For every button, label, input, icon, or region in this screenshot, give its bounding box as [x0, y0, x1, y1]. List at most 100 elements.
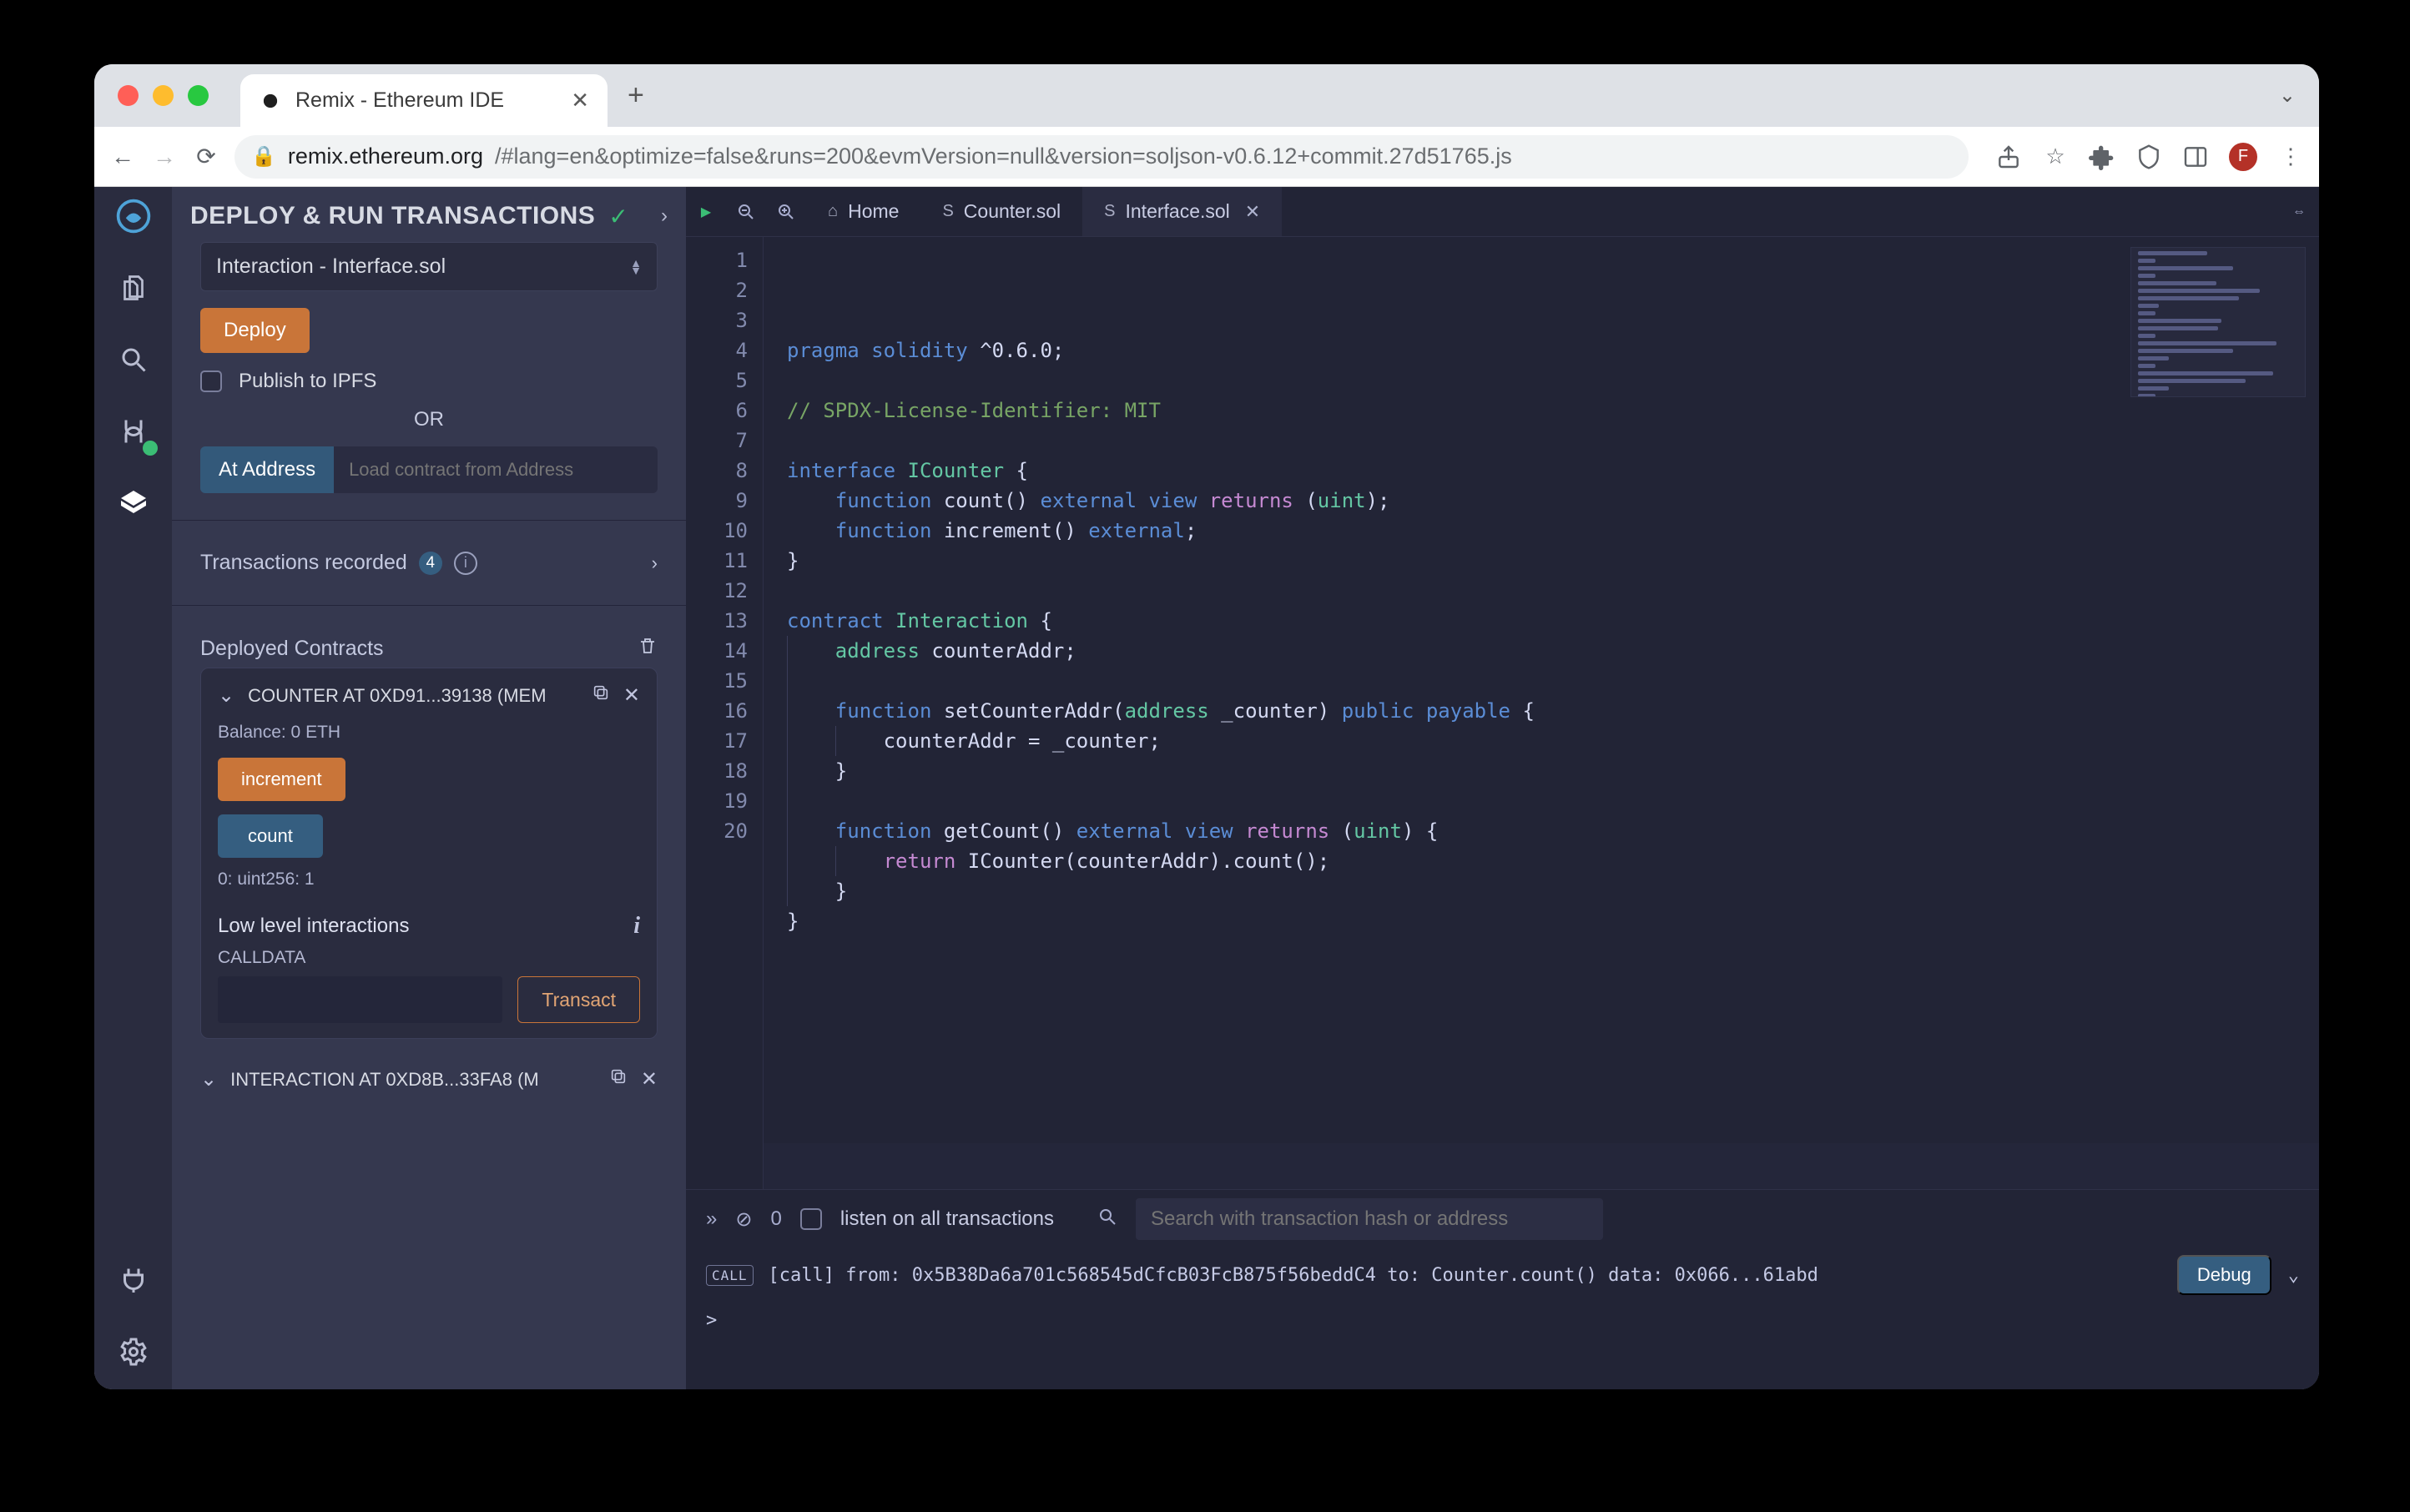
solidity-file-icon: S	[942, 202, 953, 221]
new-tab-button[interactable]: +	[628, 79, 644, 112]
browser-tab[interactable]: Remix - Ethereum IDE ✕	[240, 74, 608, 127]
listen-checkbox[interactable]	[800, 1208, 822, 1230]
info-icon[interactable]: i	[454, 552, 477, 575]
increment-button[interactable]: increment	[218, 758, 345, 801]
back-button[interactable]: ←	[109, 144, 136, 170]
main-area: ▶ ⌂Home SCounter.sol SInterface.sol✕ ⇔ 1…	[686, 187, 2319, 1389]
tx-count-badge: 4	[419, 552, 442, 575]
lock-icon: 🔒	[251, 144, 276, 169]
tab-counter[interactable]: SCounter.sol	[920, 187, 1082, 236]
line-gutter: 1234567891011121314151617181920	[686, 237, 763, 1189]
side-panel: DEPLOY & RUN TRANSACTIONS ✓ › Interactio…	[172, 187, 686, 1389]
low-level-title: Low level interactions	[218, 915, 409, 938]
terminal-search-input[interactable]	[1136, 1198, 1603, 1240]
address-bar[interactable]: 🔒 remix.ethereum.org/#lang=en&optimize=f…	[234, 135, 1969, 179]
clear-all-icon[interactable]	[638, 636, 658, 661]
log-row[interactable]: CALL [call] from: 0x5B38Da6a701c568545dC…	[706, 1255, 2299, 1295]
home-icon: ⌂	[828, 202, 838, 221]
solidity-file-icon: S	[1104, 202, 1115, 221]
panel-expand-icon[interactable]: ›	[661, 204, 668, 228]
brave-icon[interactable]	[2135, 144, 2162, 170]
panel-header: DEPLOY & RUN TRANSACTIONS ✓ ›	[172, 187, 686, 242]
clear-terminal-icon[interactable]: ⊘	[735, 1207, 752, 1232]
close-tab-icon[interactable]: ✕	[1245, 201, 1260, 223]
debug-button[interactable]: Debug	[2177, 1255, 2271, 1295]
deploy-icon[interactable]	[114, 484, 153, 522]
close-icon[interactable]: ✕	[641, 1067, 658, 1091]
count-result: 0: uint256: 1	[218, 869, 640, 890]
at-address-row: At Address	[200, 446, 658, 493]
calldata-input[interactable]	[218, 976, 502, 1023]
zoom-out-icon[interactable]	[726, 192, 766, 232]
star-icon[interactable]: ☆	[2042, 144, 2069, 170]
code-content[interactable]: pragma solidity ^0.6.0; // SPDX-License-…	[763, 237, 2319, 1189]
code-editor[interactable]: 1234567891011121314151617181920 pragma s…	[686, 237, 2319, 1189]
search-icon[interactable]	[1097, 1207, 1117, 1232]
deploy-button[interactable]: Deploy	[200, 308, 310, 353]
tx-recorded-section[interactable]: Transactions recorded 4 i ›	[200, 547, 658, 578]
browser-tab-strip: Remix - Ethereum IDE ✕ + ⌄	[94, 64, 2319, 127]
remix-logo-icon[interactable]	[114, 197, 153, 235]
tab-home[interactable]: ⌂Home	[806, 187, 920, 236]
contract-select[interactable]: Interaction - Interface.sol ▲▼	[200, 242, 658, 291]
count-button[interactable]: count	[218, 814, 323, 858]
tab-interface[interactable]: SInterface.sol✕	[1082, 187, 1282, 236]
at-address-input[interactable]	[334, 446, 658, 493]
share-icon[interactable]	[1995, 144, 2022, 170]
expand-editor-icon[interactable]: ⇔	[2279, 192, 2319, 232]
transact-button[interactable]: Transact	[517, 976, 640, 1023]
forward-button[interactable]: →	[151, 144, 178, 170]
minimize-window-button[interactable]	[153, 85, 174, 106]
log-text: [call] from: 0x5B38Da6a701c568545dCfcB03…	[769, 1265, 1818, 1286]
close-tab-icon[interactable]: ✕	[571, 88, 589, 113]
contract-name: COUNTER AT 0XD91...39138 (MEM	[248, 685, 578, 707]
terminal: » ⊘ 0 listen on all transactions CALL [c…	[686, 1189, 2319, 1389]
or-label: OR	[200, 408, 658, 431]
chevron-down-icon[interactable]: ⌄	[2288, 1265, 2299, 1286]
kebab-menu-icon[interactable]: ⋮	[2277, 144, 2304, 170]
editor-tab-bar: ▶ ⌂Home SCounter.sol SInterface.sol✕ ⇔	[686, 187, 2319, 237]
tx-recorded-title: Transactions recorded	[200, 551, 407, 575]
profile-avatar[interactable]: F	[2229, 143, 2257, 171]
terminal-prompt[interactable]: >	[706, 1310, 2299, 1331]
terminal-body: CALL [call] from: 0x5B38Da6a701c568545dC…	[686, 1248, 2319, 1389]
file-explorer-icon[interactable]	[114, 269, 153, 307]
at-address-button[interactable]: At Address	[200, 446, 334, 493]
plugin-manager-icon[interactable]	[114, 1261, 153, 1299]
deployed-contracts-header: Deployed Contracts	[200, 633, 658, 664]
reload-button[interactable]: ⟳	[193, 144, 219, 170]
panel-body: Interaction - Interface.sol ▲▼ Deploy Pu…	[172, 242, 686, 1108]
copy-icon[interactable]	[609, 1067, 628, 1091]
toolbar-right: ☆ F ⋮	[1995, 143, 2304, 171]
browser-window: Remix - Ethereum IDE ✕ + ⌄ ← → ⟳ 🔒 remix…	[94, 64, 2319, 1389]
zoom-in-icon[interactable]	[766, 192, 806, 232]
collapse-terminal-icon[interactable]: »	[706, 1207, 717, 1231]
tabs-menu-icon[interactable]: ⌄	[2279, 83, 2296, 108]
contract-card-interaction: ⌄ INTERACTION AT 0XD8B...33FA8 (M ✕	[200, 1067, 658, 1091]
tab-title: Remix - Ethereum IDE	[295, 88, 557, 113]
close-icon[interactable]: ✕	[623, 683, 640, 708]
copy-icon[interactable]	[592, 683, 610, 708]
pending-count: 0	[770, 1207, 781, 1231]
publish-ipfs-label: Publish to IPFS	[239, 370, 376, 393]
chevron-down-icon[interactable]: ⌄	[218, 683, 234, 708]
search-icon[interactable]	[114, 340, 153, 379]
terminal-toolbar: » ⊘ 0 listen on all transactions	[686, 1190, 2319, 1248]
sidepanel-icon[interactable]	[2182, 144, 2209, 170]
settings-icon[interactable]	[114, 1333, 153, 1371]
info-i-icon[interactable]: i	[633, 913, 640, 940]
run-script-icon[interactable]: ▶	[686, 192, 726, 232]
fullscreen-window-button[interactable]	[188, 85, 209, 106]
remix-favicon	[259, 89, 282, 113]
window-controls	[94, 85, 232, 106]
url-host: remix.ethereum.org	[288, 144, 483, 169]
publish-ipfs-checkbox[interactable]	[200, 370, 222, 392]
chevron-down-icon[interactable]: ⌄	[200, 1067, 217, 1091]
extensions-icon[interactable]	[2089, 144, 2115, 170]
chevron-right-icon[interactable]: ›	[652, 552, 658, 574]
browser-toolbar: ← → ⟳ 🔒 remix.ethereum.org/#lang=en&opti…	[94, 127, 2319, 187]
compiler-icon[interactable]	[114, 412, 153, 451]
remix-app: DEPLOY & RUN TRANSACTIONS ✓ › Interactio…	[94, 187, 2319, 1389]
close-window-button[interactable]	[118, 85, 139, 106]
panel-title: DEPLOY & RUN TRANSACTIONS	[190, 202, 595, 230]
